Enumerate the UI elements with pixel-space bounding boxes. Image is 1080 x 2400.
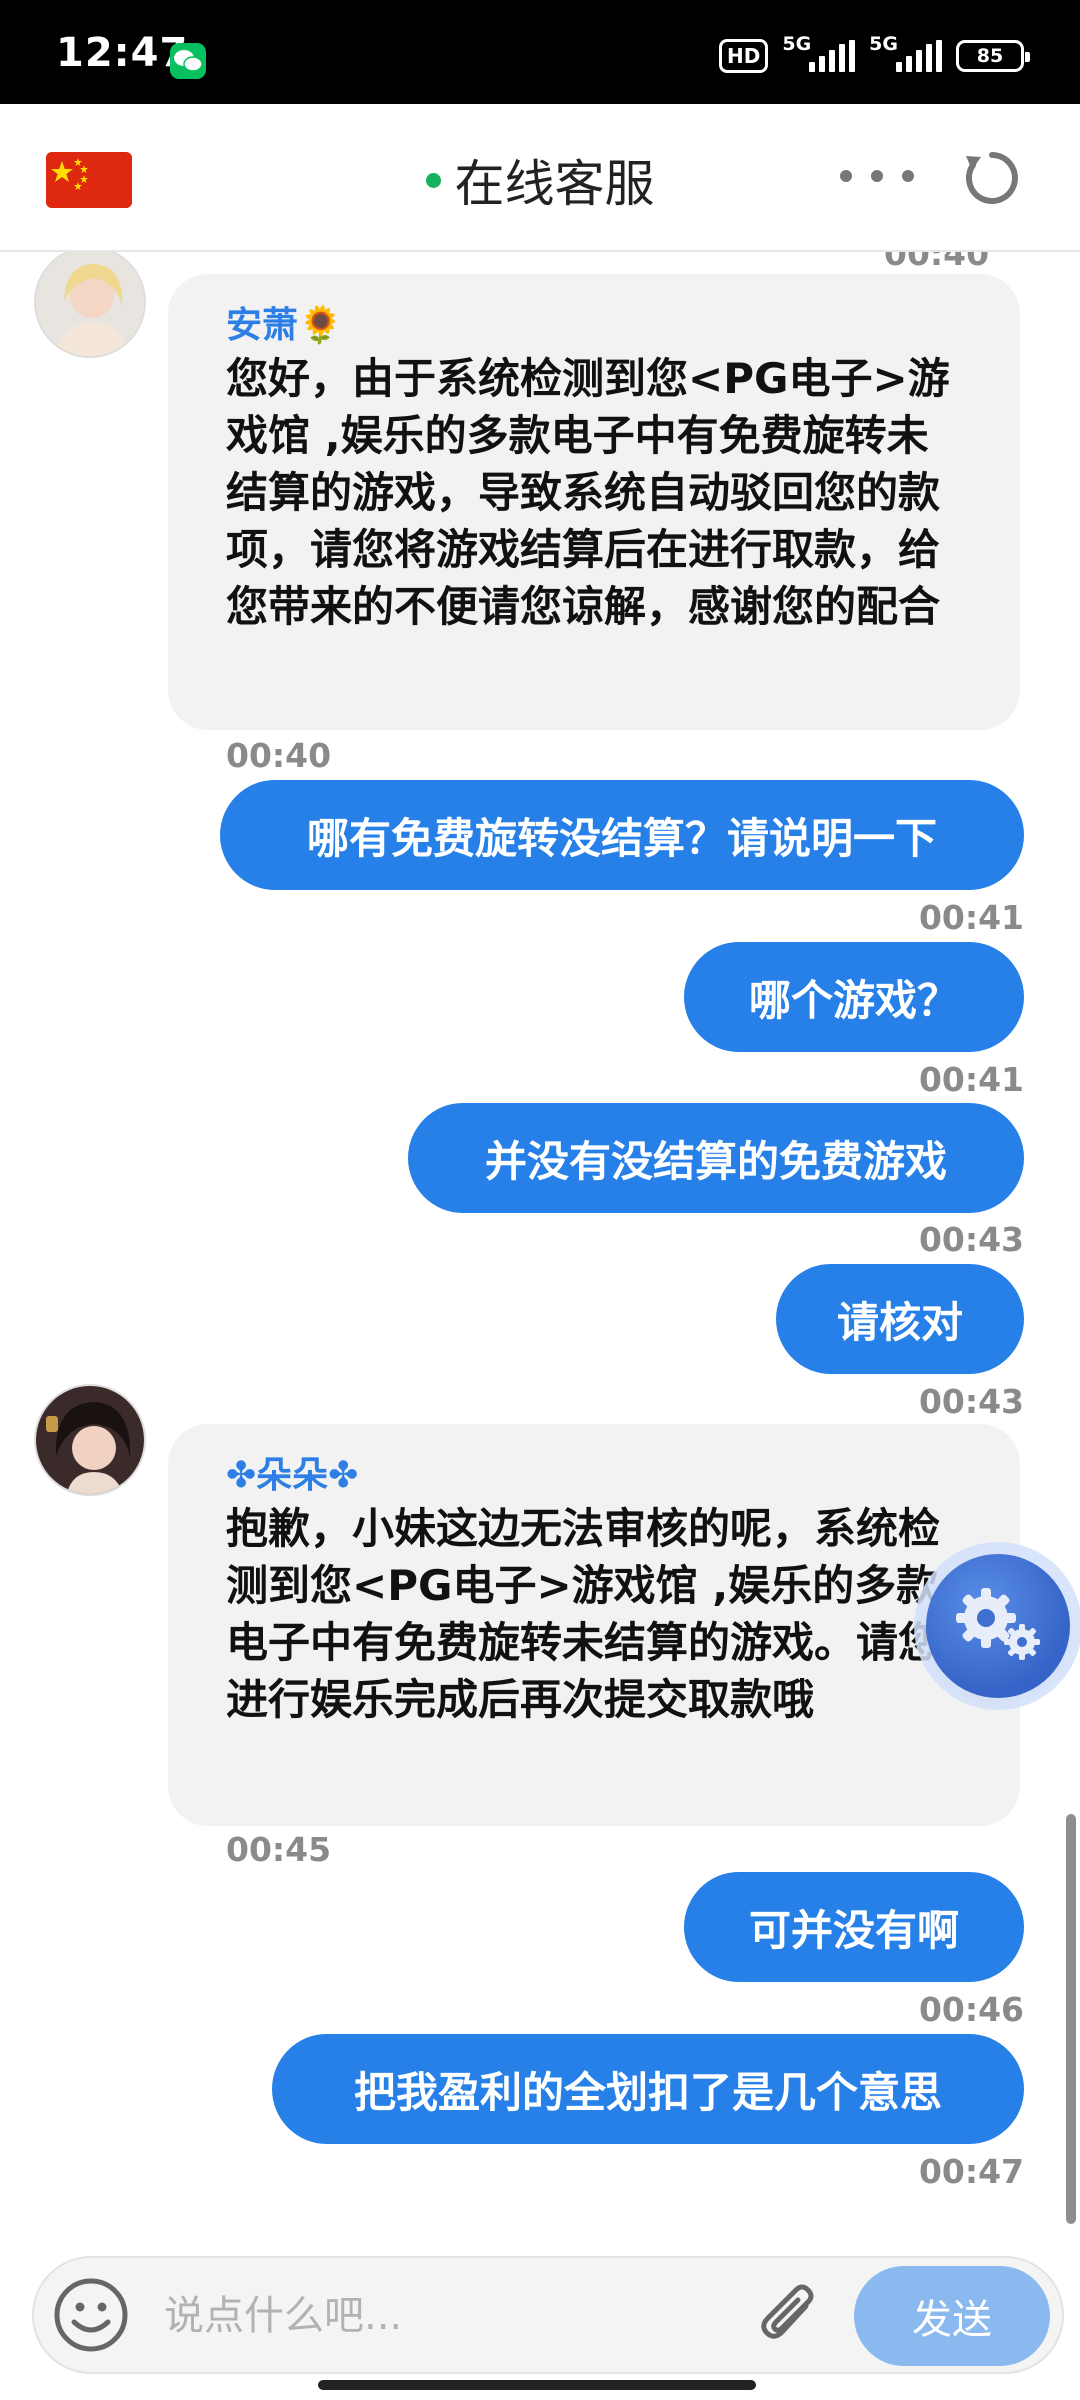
agent-name: ✤朵朵✤ (226, 1455, 359, 1496)
user-message-bubble: 把我盈利的全划扣了是几个意思 (272, 2034, 1024, 2144)
signal-bars-2-icon (896, 40, 942, 72)
message-time: 00:40 (226, 736, 332, 775)
gears-icon (956, 1588, 1040, 1660)
send-button[interactable]: 发送 (854, 2266, 1050, 2366)
refresh-icon[interactable] (962, 148, 1022, 208)
message-time: 00:41 (918, 1060, 1024, 1099)
agent-message-text: 您好，由于系统检测到您<PG电子>游戏馆 ,娱乐的多款电子中有免费旋转未结算的游… (226, 354, 950, 631)
agent-message-bubble: 安萧🌻 您好，由于系统检测到您<PG电子>游戏馆 ,娱乐的多款电子中有免费旋转未… (168, 274, 1020, 730)
message-time: 00:40 (884, 252, 990, 273)
page-title: 在线客服 (454, 155, 655, 213)
message-time: 00:46 (918, 1990, 1024, 2029)
user-message-bubble: 并没有没结算的免费游戏 (408, 1103, 1024, 1213)
status-bar: 12:47 HD 5G 5G 85 (0, 0, 1080, 104)
message-time: 00:43 (918, 1220, 1024, 1259)
user-message-bubble: 请核对 (776, 1264, 1024, 1374)
emoji-icon[interactable] (50, 2274, 132, 2356)
message-time: 00:45 (226, 1830, 332, 1869)
network-label-2: 5G (869, 33, 898, 55)
header-title-group: 在线客服 (0, 144, 1080, 216)
floating-settings-button[interactable] (926, 1554, 1070, 1698)
home-indicator[interactable] (318, 2380, 756, 2390)
message-time: 00:41 (918, 898, 1024, 937)
agent-avatar[interactable] (34, 1384, 146, 1496)
message-time: 00:43 (918, 1382, 1024, 1421)
agent-message-text: 抱歉，小妹这边无法审核的呢，系统检测到您<PG电子>游戏馆 ,娱乐的多款电子中有… (226, 1504, 941, 1724)
agent-message-bubble: ✤朵朵✤ 抱歉，小妹这边无法审核的呢，系统检测到您<PG电子>游戏馆 ,娱乐的多… (168, 1424, 1020, 1826)
signal-bars-1-icon (809, 40, 856, 72)
message-input[interactable] (164, 2284, 764, 2348)
user-message-bubble: 哪有免费旋转没结算？请说明一下 (220, 780, 1024, 890)
agent-name: 安萧🌻 (226, 305, 343, 346)
more-options-icon[interactable] (840, 168, 914, 184)
user-message-bubble: 哪个游戏？ (684, 942, 1024, 1052)
status-time: 12:47 (56, 30, 189, 76)
scrollbar[interactable] (1066, 1814, 1076, 2224)
hd-badge: HD (719, 39, 769, 73)
attachment-icon[interactable] (750, 2276, 830, 2356)
battery-icon: 85 (956, 40, 1030, 72)
chat-header: 在线客服 (0, 104, 1080, 252)
message-time: 00:47 (918, 2152, 1024, 2191)
wechat-notification-icon (170, 43, 206, 79)
chat-messages[interactable]: 00:40 安萧🌻 您好，由于系统检测到您<PG电子>游戏馆 ,娱乐的多款电子中… (0, 252, 1080, 2252)
status-indicators: HD 5G 5G 85 (719, 33, 1030, 76)
online-status-dot (425, 172, 441, 188)
user-message-bubble: 可并没有啊 (684, 1872, 1024, 1982)
network-label-1: 5G (782, 33, 812, 55)
agent-avatar[interactable] (34, 252, 146, 358)
battery-level: 85 (976, 45, 1004, 67)
message-input-bar: 发送 (32, 2256, 1064, 2374)
